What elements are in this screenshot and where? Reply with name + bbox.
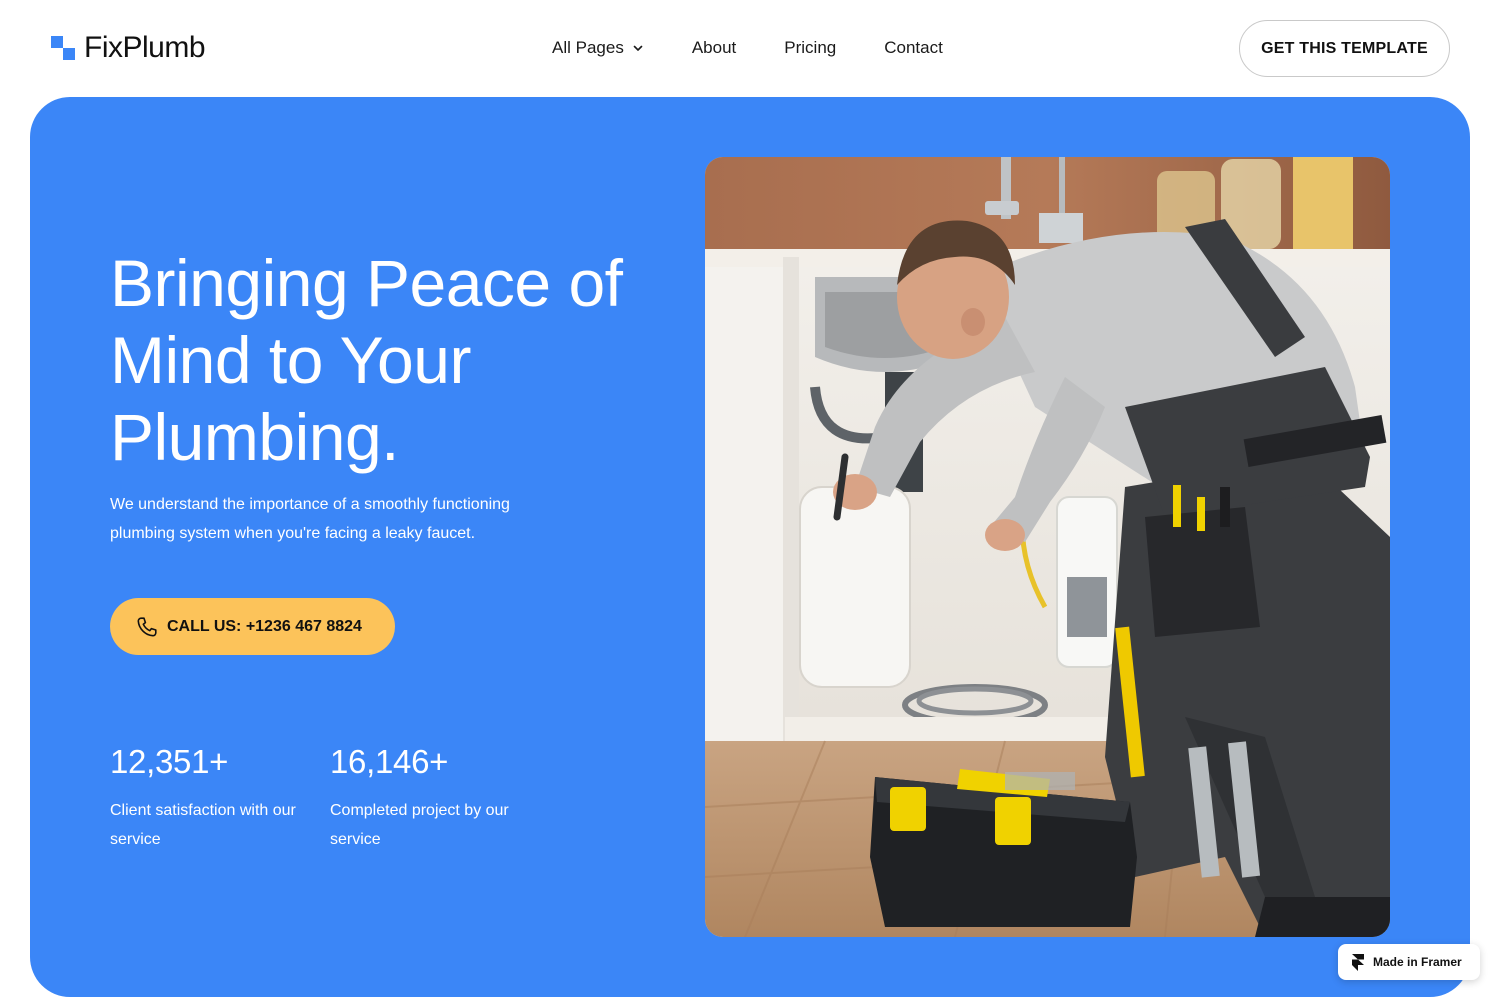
stat-clients: 12,351+ Client satisfaction with our ser… <box>110 742 310 854</box>
chevron-down-icon <box>633 45 643 51</box>
call-us-label: CALL US: +1236 467 8824 <box>167 617 362 635</box>
call-us-button[interactable]: CALL US: +1236 467 8824 <box>110 598 395 655</box>
site-header: FixPlumb All Pages About Pricing Contact… <box>0 0 1500 97</box>
framer-icon <box>1352 953 1364 971</box>
nav-item-all-pages[interactable]: All Pages <box>552 36 644 60</box>
plumber-photo <box>705 157 1390 937</box>
made-in-framer-label: Made in Framer <box>1373 955 1462 969</box>
stat-value: 12,351+ <box>110 743 229 780</box>
stat-label: Completed project by our service <box>330 802 509 848</box>
nav-item-contact[interactable]: Contact <box>884 36 943 60</box>
nav-item-label: All Pages <box>552 38 624 57</box>
hero-section: Bringing Peace of Mind to Your Plumbing.… <box>30 97 1470 997</box>
made-in-framer-badge[interactable]: Made in Framer <box>1338 944 1480 980</box>
nav-item-pricing[interactable]: Pricing <box>784 36 836 60</box>
get-template-button[interactable]: GET THIS TEMPLATE <box>1239 20 1450 77</box>
phone-icon <box>137 616 157 636</box>
nav-item-about[interactable]: About <box>692 36 736 60</box>
hero-title: Bringing Peace of Mind to Your Plumbing. <box>110 246 623 474</box>
hero-subtitle: We understand the importance of a smooth… <box>110 496 510 542</box>
main-nav: All Pages About Pricing Contact <box>552 36 943 60</box>
logo-icon <box>51 36 75 60</box>
logo[interactable]: FixPlumb <box>51 30 206 66</box>
stat-projects: 16,146+ Completed project by our service <box>330 742 530 854</box>
brand-name: FixPlumb <box>84 31 206 64</box>
stat-value: 16,146+ <box>330 743 449 780</box>
plumber-illustration <box>705 157 1390 937</box>
stat-label: Client satisfaction with our service <box>110 802 296 848</box>
